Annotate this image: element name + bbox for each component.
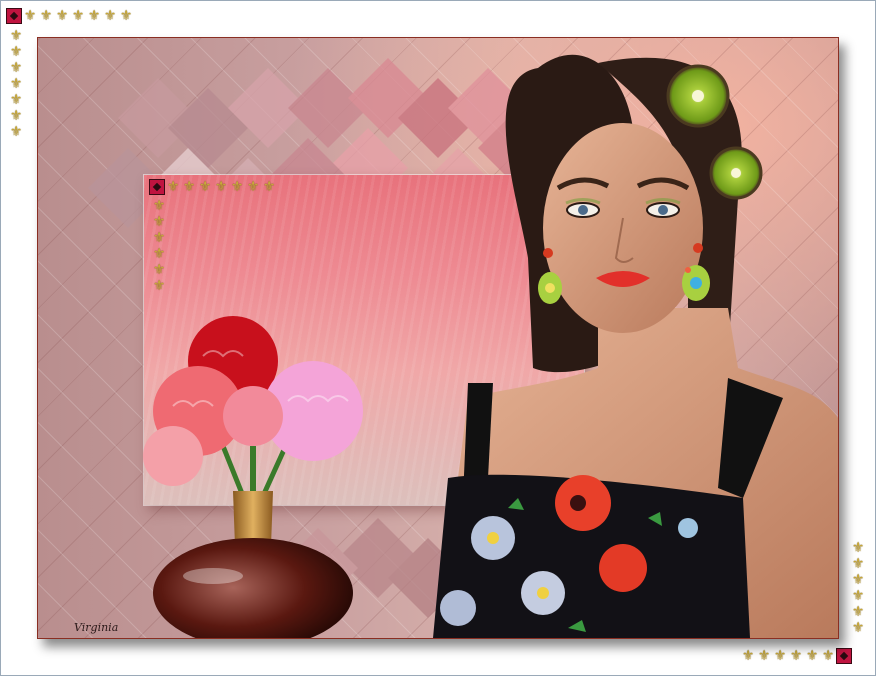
fleur-de-lis-icon: ⚜ xyxy=(103,8,117,24)
fleur-de-lis-icon: ⚜ xyxy=(757,648,771,664)
fleur-de-lis-icon: ⚜ xyxy=(741,648,755,664)
fleur-de-lis-icon: ⚜ xyxy=(821,648,835,664)
face-shape xyxy=(543,123,703,333)
fleur-de-lis-icon: ⚜ xyxy=(789,648,803,664)
fleur-de-lis-icon: ⚜ xyxy=(9,28,23,44)
artwork-frame: ⚜ ⚜ ⚜ ⚜ ⚜ ⚜ ⚜ ⚜ ⚜ ⚜ ⚜ ⚜ ⚜ Virginia xyxy=(37,37,839,639)
decor-bottom-right-col: ⚜ ⚜ ⚜ ⚜ ⚜ ⚜ xyxy=(850,540,866,636)
fleur-de-lis-icon: ⚜ xyxy=(805,648,819,664)
fleur-de-lis-icon: ⚜ xyxy=(9,44,23,60)
fleur-de-lis-icon: ⚜ xyxy=(851,572,865,588)
decor-top-left-col: ⚜ ⚜ ⚜ ⚜ ⚜ ⚜ ⚜ xyxy=(8,28,24,140)
fleur-de-lis-icon: ⚜ xyxy=(773,648,787,664)
fleur-de-lis-icon: ⚜ xyxy=(9,108,23,124)
decor-bottom-right-row: ⚜ ⚜ ⚜ ⚜ ⚜ ⚜ xyxy=(740,648,852,664)
decor-square-icon xyxy=(6,8,22,24)
fleur-de-lis-icon: ⚜ xyxy=(851,588,865,604)
fleur-de-lis-icon: ⚜ xyxy=(9,92,23,108)
fleur-de-lis-icon: ⚜ xyxy=(851,604,865,620)
carnation-vase xyxy=(143,316,363,638)
fleur-de-lis-icon: ⚜ xyxy=(55,8,69,24)
vase-body xyxy=(153,538,353,638)
fleur-de-lis-icon: ⚜ xyxy=(87,8,101,24)
fleur-de-lis-icon: ⚜ xyxy=(71,8,85,24)
fleur-de-lis-icon: ⚜ xyxy=(23,8,37,24)
fleur-de-lis-icon: ⚜ xyxy=(39,8,53,24)
fleur-de-lis-icon: ⚜ xyxy=(9,60,23,76)
fleur-de-lis-icon: ⚜ xyxy=(119,8,133,24)
decor-square-icon xyxy=(836,648,852,664)
fleur-de-lis-icon: ⚜ xyxy=(9,76,23,92)
fleur-de-lis-icon: ⚜ xyxy=(851,540,865,556)
kiwi-slice-icon xyxy=(666,64,730,128)
fleur-de-lis-icon: ⚜ xyxy=(851,620,865,636)
fleur-de-lis-icon: ⚜ xyxy=(851,556,865,572)
kiwi-slice-icon xyxy=(709,146,763,200)
decor-top-left-row: ⚜ ⚜ ⚜ ⚜ ⚜ ⚜ ⚜ xyxy=(6,8,134,24)
vase-neck xyxy=(233,491,273,546)
artist-signature: Virginia xyxy=(74,621,119,634)
fleur-de-lis-icon: ⚜ xyxy=(9,124,23,140)
